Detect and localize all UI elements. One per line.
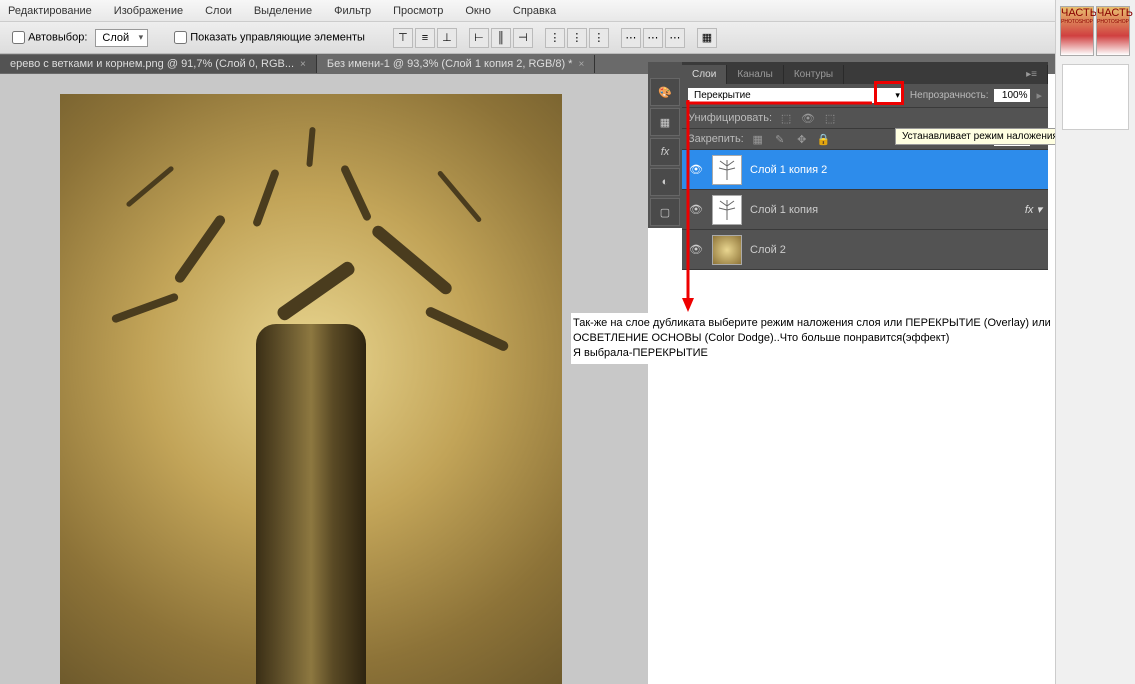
thumb-2[interactable]: ЧАСТЬPHOTOSHOP xyxy=(1096,6,1130,56)
canvas-area xyxy=(0,74,648,684)
dist-vcenter-icon[interactable]: ⋮ xyxy=(567,28,587,48)
dist-left-icon[interactable]: ⋯ xyxy=(621,28,641,48)
fx-icon[interactable]: fx ▾ xyxy=(1025,203,1042,216)
layer-name[interactable]: Слой 2 xyxy=(750,244,1042,256)
unify-label: Унифицировать: xyxy=(688,112,772,124)
layer-thumb[interactable] xyxy=(712,195,742,225)
close-icon[interactable]: × xyxy=(578,59,584,70)
align-right-icon[interactable]: ⊣ xyxy=(513,28,533,48)
menu-edit[interactable]: Редактирование xyxy=(8,5,92,17)
unify-style-icon[interactable]: ⬚ xyxy=(822,111,838,125)
tab-channels[interactable]: Каналы xyxy=(727,65,784,84)
lock-label: Закрепить: xyxy=(688,133,744,145)
menu-help[interactable]: Справка xyxy=(513,5,556,17)
menu-layers[interactable]: Слои xyxy=(205,5,232,17)
menu-filter[interactable]: Фильтр xyxy=(334,5,371,17)
unify-vis-icon[interactable]: 👁 xyxy=(800,111,816,125)
layer-name[interactable]: Слой 1 копия xyxy=(750,204,1017,216)
lock-pixels-icon[interactable]: ✎ xyxy=(772,132,788,146)
menu-image[interactable]: Изображение xyxy=(114,5,183,17)
visibility-icon[interactable]: 👁 xyxy=(688,243,704,256)
align-vcenter-icon[interactable]: ≡ xyxy=(415,28,435,48)
adjust-icon[interactable]: ◐ xyxy=(650,168,680,196)
panel-icon-strip: 🎨 ▦ fx ◐ ▢ xyxy=(648,62,682,228)
doc-tab-1[interactable]: ерево с ветками и корнем.png @ 91,7% (Сл… xyxy=(0,55,317,73)
visibility-icon[interactable]: 👁 xyxy=(688,163,704,176)
arrange-icon[interactable]: ▦ xyxy=(697,28,717,48)
panel-menu-icon[interactable]: ▸≡ xyxy=(1016,65,1048,84)
align-buttons: ⊤ ≡ ⊥ ⊢ ║ ⊣ ⋮ ⋮ ⋮ ⋯ ⋯ ⋯ ▦ xyxy=(393,28,717,48)
right-sidebar: ЧАСТЬPHOTOSHOP ЧАСТЬPHOTOSHOP xyxy=(1055,0,1135,684)
dist-hcenter-icon[interactable]: ⋯ xyxy=(643,28,663,48)
menu-select[interactable]: Выделение xyxy=(254,5,312,17)
doc-tab-2[interactable]: Без имени-1 @ 93,3% (Слой 1 копия 2, RGB… xyxy=(317,55,595,73)
lock-pos-icon[interactable]: ✥ xyxy=(794,132,810,146)
menu-view[interactable]: Просмотр xyxy=(393,5,443,17)
swatches-icon[interactable]: ▦ xyxy=(650,108,680,136)
chevron-right-icon[interactable]: ▸ xyxy=(1036,89,1042,102)
options-bar: Автовыбор: Слой Показать управляющие эле… xyxy=(0,22,1135,54)
layer-thumb[interactable] xyxy=(712,235,742,265)
tab-paths[interactable]: Контуры xyxy=(784,65,844,84)
align-bottom-icon[interactable]: ⊥ xyxy=(437,28,457,48)
dist-right-icon[interactable]: ⋯ xyxy=(665,28,685,48)
showcontrols-checkbox[interactable]: Показать управляющие элементы xyxy=(174,31,365,44)
close-icon[interactable]: × xyxy=(300,59,306,70)
main-menu: Редактирование Изображение Слои Выделени… xyxy=(0,0,1135,22)
layer-list: 👁 Слой 1 копия 2 👁 Слой 1 копия fx ▾ 👁 С… xyxy=(682,150,1048,270)
unify-pos-icon[interactable]: ⬚ xyxy=(778,111,794,125)
layer-row[interactable]: 👁 Слой 1 копия fx ▾ xyxy=(682,190,1048,230)
dist-top-icon[interactable]: ⋮ xyxy=(545,28,565,48)
layer-row[interactable]: 👁 Слой 2 xyxy=(682,230,1048,270)
instruction-overlay: Так-же на слое дубликата выберите режим … xyxy=(571,313,1079,364)
mask-icon[interactable]: ▢ xyxy=(650,198,680,226)
menu-window[interactable]: Окно xyxy=(465,5,491,17)
layers-panel: Слои Каналы Контуры ▸≡ Перекрытие Непроз… xyxy=(682,62,1048,270)
layer-name[interactable]: Слой 1 копия 2 xyxy=(750,164,1042,176)
color-icon[interactable]: 🎨 xyxy=(650,78,680,106)
document-canvas[interactable] xyxy=(60,94,562,684)
align-left-icon[interactable]: ⊢ xyxy=(469,28,489,48)
align-top-icon[interactable]: ⊤ xyxy=(393,28,413,48)
dist-bottom-icon[interactable]: ⋮ xyxy=(589,28,609,48)
blank-area xyxy=(1062,64,1129,130)
styles-icon[interactable]: fx xyxy=(650,138,680,166)
opacity-label: Непрозрачность: xyxy=(910,90,989,101)
blend-mode-combo[interactable]: Перекрытие xyxy=(688,88,904,103)
opacity-input[interactable]: 100% xyxy=(994,89,1030,102)
autoselect-checkbox[interactable]: Автовыбор: xyxy=(12,31,87,44)
autoselect-target-combo[interactable]: Слой xyxy=(95,29,148,47)
layer-row[interactable]: 👁 Слой 1 копия 2 xyxy=(682,150,1048,190)
visibility-icon[interactable]: 👁 xyxy=(688,203,704,216)
thumb-1[interactable]: ЧАСТЬPHOTOSHOP xyxy=(1060,6,1094,56)
align-hcenter-icon[interactable]: ║ xyxy=(491,28,511,48)
layer-thumb[interactable] xyxy=(712,155,742,185)
lock-trans-icon[interactable]: ▦ xyxy=(750,132,766,146)
tab-layers[interactable]: Слои xyxy=(682,65,727,84)
lock-all-icon[interactable]: 🔒 xyxy=(816,132,832,146)
